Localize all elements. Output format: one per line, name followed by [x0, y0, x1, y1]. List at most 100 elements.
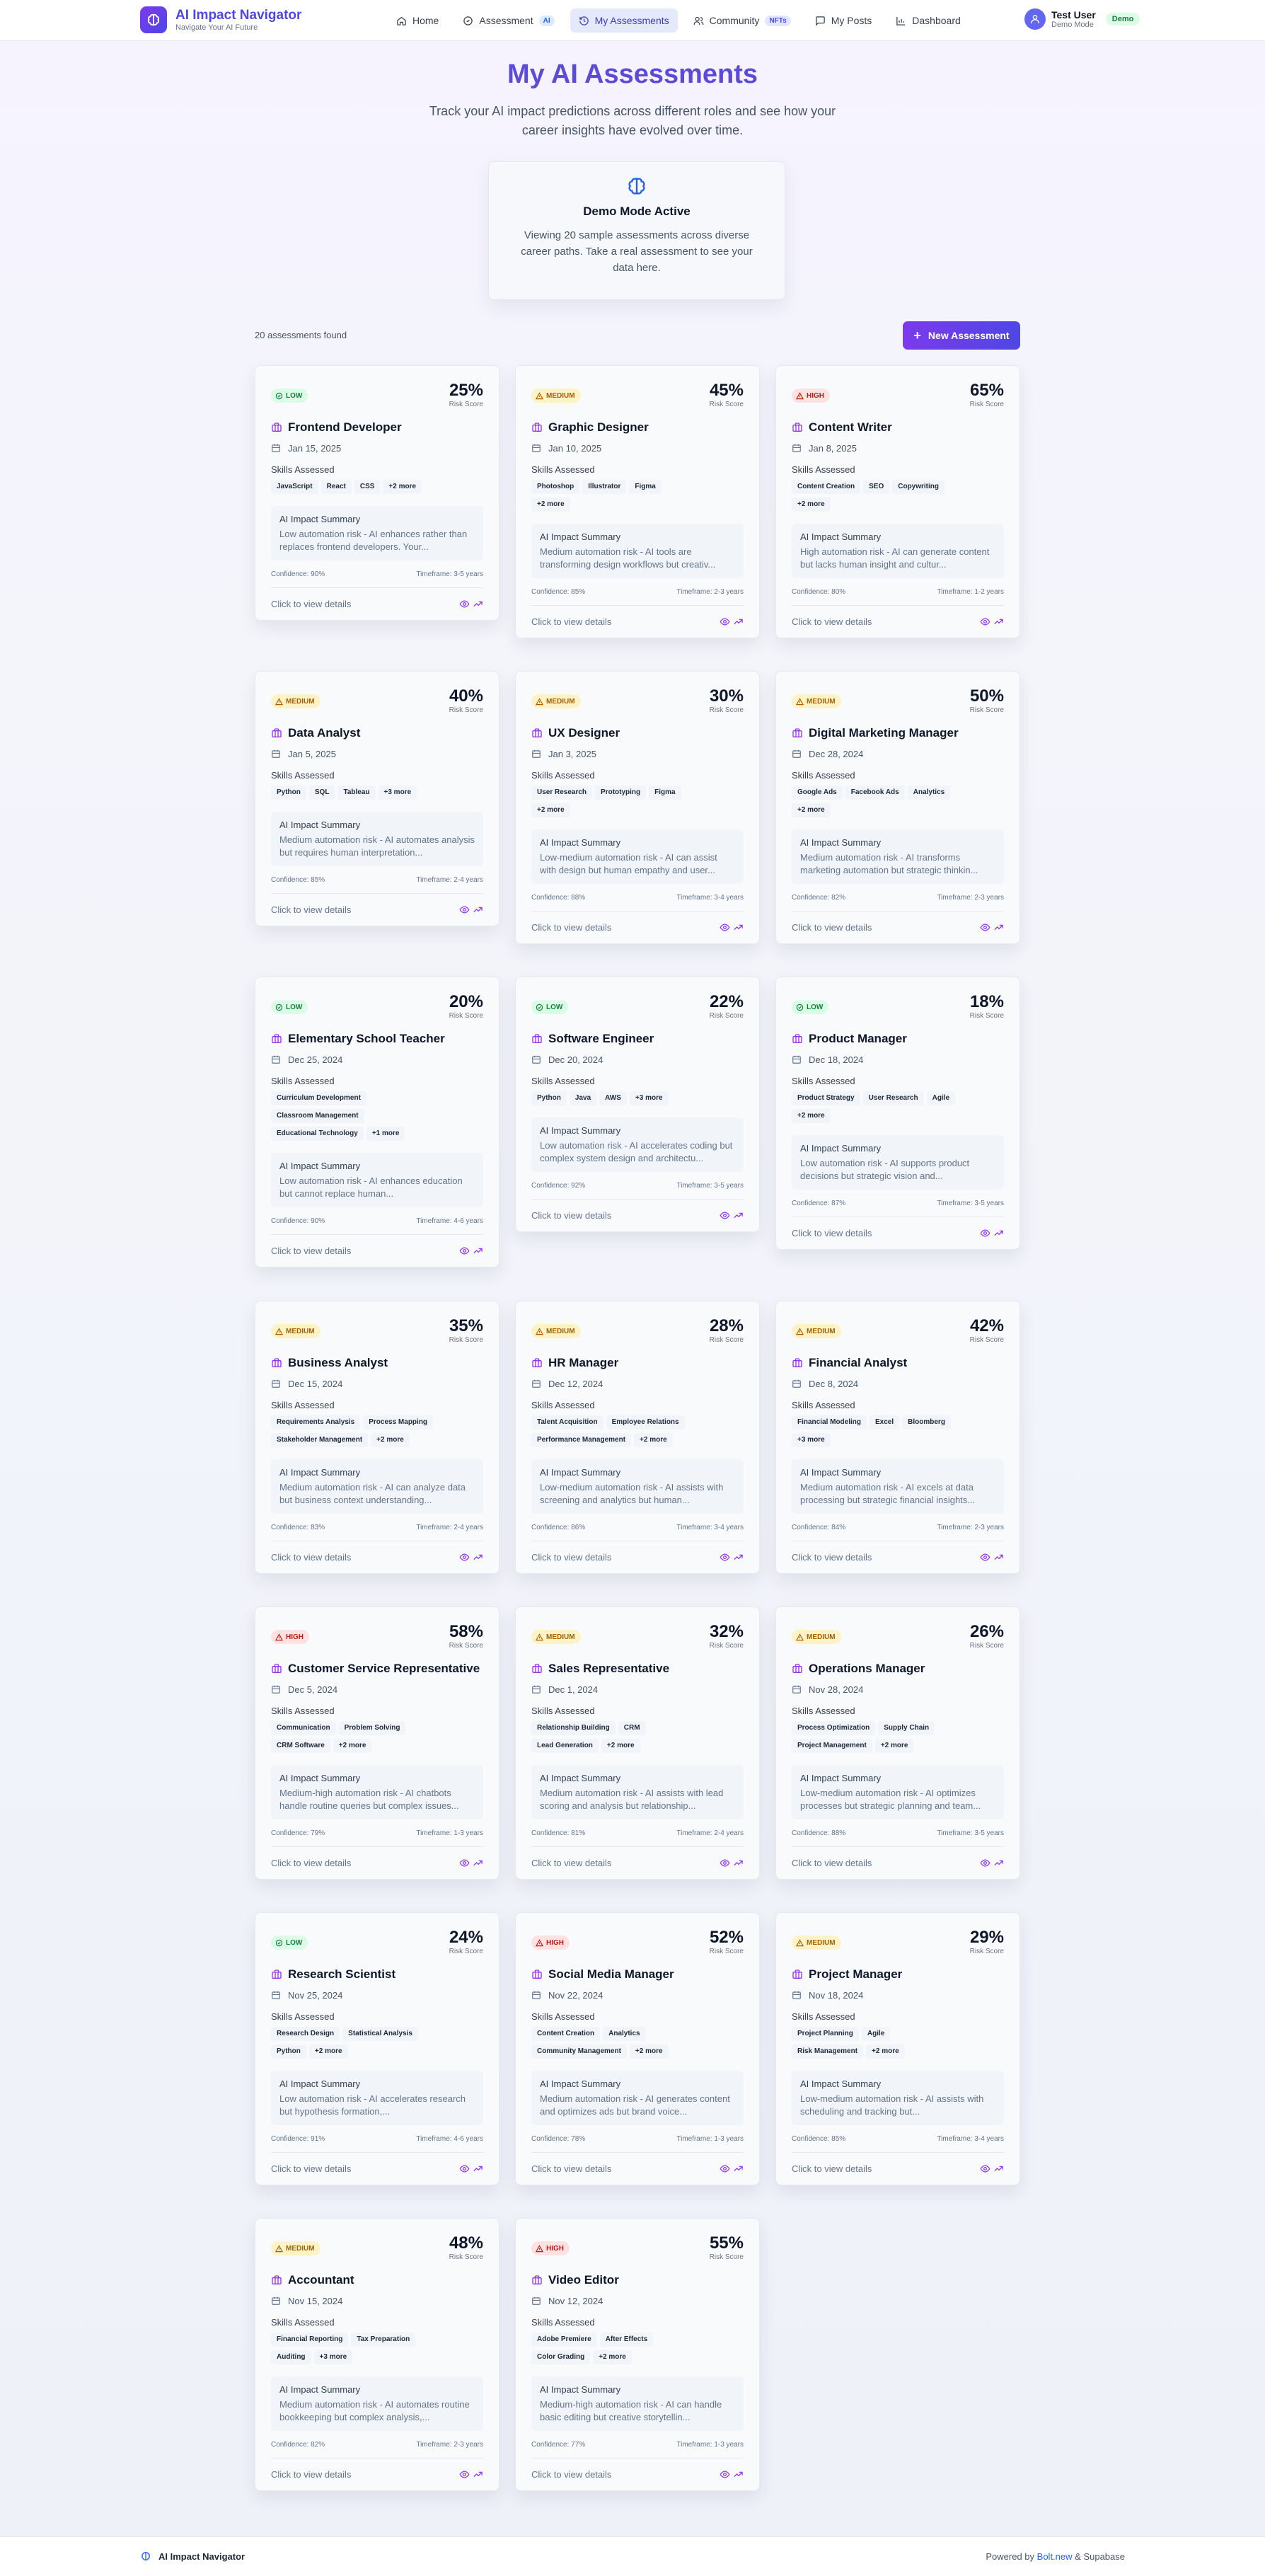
view-details-link[interactable]: Click to view details [271, 2163, 351, 2174]
assessment-card[interactable]: MEDIUM 48% Risk Score Accountant Nov 15,… [255, 2218, 499, 2491]
assessment-card[interactable]: MEDIUM 42% Risk Score Financial Analyst … [775, 1301, 1020, 1574]
trend-up-icon[interactable] [733, 2163, 744, 2174]
trend-up-icon[interactable] [993, 2163, 1004, 2174]
assessment-card[interactable]: MEDIUM 45% Risk Score Graphic Designer J… [515, 365, 760, 638]
trend-up-icon[interactable] [733, 1552, 744, 1563]
view-details-link[interactable]: Click to view details [271, 2469, 351, 2480]
eye-icon[interactable] [459, 599, 470, 609]
eye-icon[interactable] [459, 904, 470, 915]
view-details-link[interactable]: Click to view details [531, 922, 611, 933]
eye-icon[interactable] [720, 2469, 730, 2480]
assessment-card[interactable]: MEDIUM 29% Risk Score Project Manager No… [775, 1912, 1020, 2185]
eye-icon[interactable] [720, 2163, 730, 2174]
view-details-link[interactable]: Click to view details [531, 1552, 611, 1563]
trend-up-icon[interactable] [473, 599, 483, 609]
nav-assessment[interactable]: Assessment AI [454, 8, 562, 33]
eye-icon[interactable] [720, 616, 730, 627]
warning-icon [536, 2244, 543, 2252]
view-details-link[interactable]: Click to view details [531, 2163, 611, 2174]
trend-up-icon[interactable] [993, 922, 1004, 933]
nav-community-label: Community [709, 15, 760, 26]
assessment-date: Dec 12, 2024 [548, 1378, 603, 1389]
trend-up-icon[interactable] [473, 1858, 483, 1868]
view-details-link[interactable]: Click to view details [792, 1858, 872, 1868]
trend-up-icon[interactable] [733, 2469, 744, 2480]
trend-up-icon[interactable] [473, 2469, 483, 2480]
view-details-link[interactable]: Click to view details [531, 616, 611, 627]
new-assessment-button[interactable]: + New Assessment [903, 321, 1020, 350]
view-details-link[interactable]: Click to view details [531, 1858, 611, 1868]
assessment-card[interactable]: HIGH 55% Risk Score Video Editor Nov 12,… [515, 2218, 760, 2491]
assessment-card[interactable]: MEDIUM 50% Risk Score Digital Marketing … [775, 671, 1020, 944]
nav-home[interactable]: Home [388, 8, 447, 33]
trend-up-icon[interactable] [733, 616, 744, 627]
assessment-card[interactable]: HIGH 52% Risk Score Social Media Manager… [515, 1912, 760, 2185]
assessment-card[interactable]: MEDIUM 30% Risk Score UX Designer Jan 3,… [515, 671, 760, 944]
risk-score: 50% Risk Score [970, 687, 1004, 715]
eye-icon[interactable] [720, 1858, 730, 1868]
brand[interactable]: AI Impact Navigator Navigate Your AI Fut… [140, 6, 301, 33]
assessment-card[interactable]: MEDIUM 35% Risk Score Business Analyst D… [255, 1301, 499, 1574]
assessment-card[interactable]: LOW 24% Risk Score Research Scientist No… [255, 1912, 499, 2185]
assessment-card[interactable]: LOW 25% Risk Score Frontend Developer Ja… [255, 365, 499, 621]
view-details-link[interactable]: Click to view details [792, 1228, 872, 1238]
assessment-card[interactable]: MEDIUM 26% Risk Score Operations Manager… [775, 1606, 1020, 1880]
eye-icon[interactable] [980, 1552, 990, 1563]
trend-up-icon[interactable] [993, 616, 1004, 627]
footer-brand[interactable]: AI Impact Navigator [140, 2551, 245, 2562]
view-details-link[interactable]: Click to view details [271, 599, 351, 609]
assessment-card[interactable]: HIGH 65% Risk Score Content Writer Jan 8… [775, 365, 1020, 638]
assessment-card[interactable]: LOW 20% Risk Score Elementary School Tea… [255, 977, 499, 1267]
eye-icon[interactable] [459, 1858, 470, 1868]
calendar-icon [792, 749, 801, 758]
eye-icon[interactable] [459, 1552, 470, 1563]
eye-icon[interactable] [720, 1210, 730, 1221]
eye-icon[interactable] [980, 922, 990, 933]
trend-up-icon[interactable] [733, 922, 744, 933]
eye-icon[interactable] [720, 922, 730, 933]
eye-icon[interactable] [459, 1246, 470, 1256]
nav-my-posts[interactable]: My Posts [807, 8, 881, 33]
trend-up-icon[interactable] [473, 1552, 483, 1563]
eye-icon[interactable] [980, 616, 990, 627]
view-details-link[interactable]: Click to view details [531, 2469, 611, 2480]
warning-icon [796, 1327, 804, 1335]
trend-up-icon[interactable] [473, 1246, 483, 1256]
eye-icon[interactable] [459, 2163, 470, 2174]
view-details-link[interactable]: Click to view details [792, 922, 872, 933]
eye-icon[interactable] [980, 1858, 990, 1868]
nav-dashboard[interactable]: Dashboard [887, 8, 969, 33]
view-details-link[interactable]: Click to view details [792, 2163, 872, 2174]
nav-community[interactable]: Community NFTs [685, 8, 799, 33]
assessment-card[interactable]: LOW 22% Risk Score Software Engineer Dec… [515, 977, 760, 1232]
view-details-link[interactable]: Click to view details [271, 1246, 351, 1256]
eye-icon[interactable] [980, 1228, 990, 1238]
ai-summary-box: AI Impact Summary Low-medium automation … [531, 1459, 744, 1514]
eye-icon[interactable] [459, 2469, 470, 2480]
trend-up-icon[interactable] [733, 1210, 744, 1221]
skill-tag: +2 more [792, 498, 831, 512]
trend-up-icon[interactable] [733, 1858, 744, 1868]
trend-up-icon[interactable] [993, 1552, 1004, 1563]
skills-label: Skills Assessed [271, 2317, 335, 2328]
view-details-link[interactable]: Click to view details [792, 616, 872, 627]
user-menu[interactable]: Test User Demo Mode Demo [1024, 8, 1140, 30]
trend-up-icon[interactable] [473, 2163, 483, 2174]
view-details-link[interactable]: Click to view details [271, 1858, 351, 1868]
assessment-card[interactable]: MEDIUM 28% Risk Score HR Manager Dec 12,… [515, 1301, 760, 1574]
nav-my-assessments[interactable]: My Assessments [570, 8, 678, 33]
view-details-link[interactable]: Click to view details [531, 1210, 611, 1221]
assessment-card[interactable]: MEDIUM 40% Risk Score Data Analyst Jan 5… [255, 671, 499, 926]
view-details-link[interactable]: Click to view details [271, 904, 351, 915]
assessment-card[interactable]: HIGH 58% Risk Score Customer Service Rep… [255, 1606, 499, 1880]
assessment-card[interactable]: LOW 18% Risk Score Product Manager Dec 1… [775, 977, 1020, 1250]
view-details-link[interactable]: Click to view details [792, 1552, 872, 1563]
view-details-link[interactable]: Click to view details [271, 1552, 351, 1563]
assessment-card[interactable]: MEDIUM 32% Risk Score Sales Representati… [515, 1606, 760, 1880]
trend-up-icon[interactable] [993, 1858, 1004, 1868]
trend-up-icon[interactable] [993, 1228, 1004, 1238]
trend-up-icon[interactable] [473, 904, 483, 915]
eye-icon[interactable] [720, 1552, 730, 1563]
eye-icon[interactable] [980, 2163, 990, 2174]
bolt-link[interactable]: Bolt.new [1037, 2551, 1073, 2562]
